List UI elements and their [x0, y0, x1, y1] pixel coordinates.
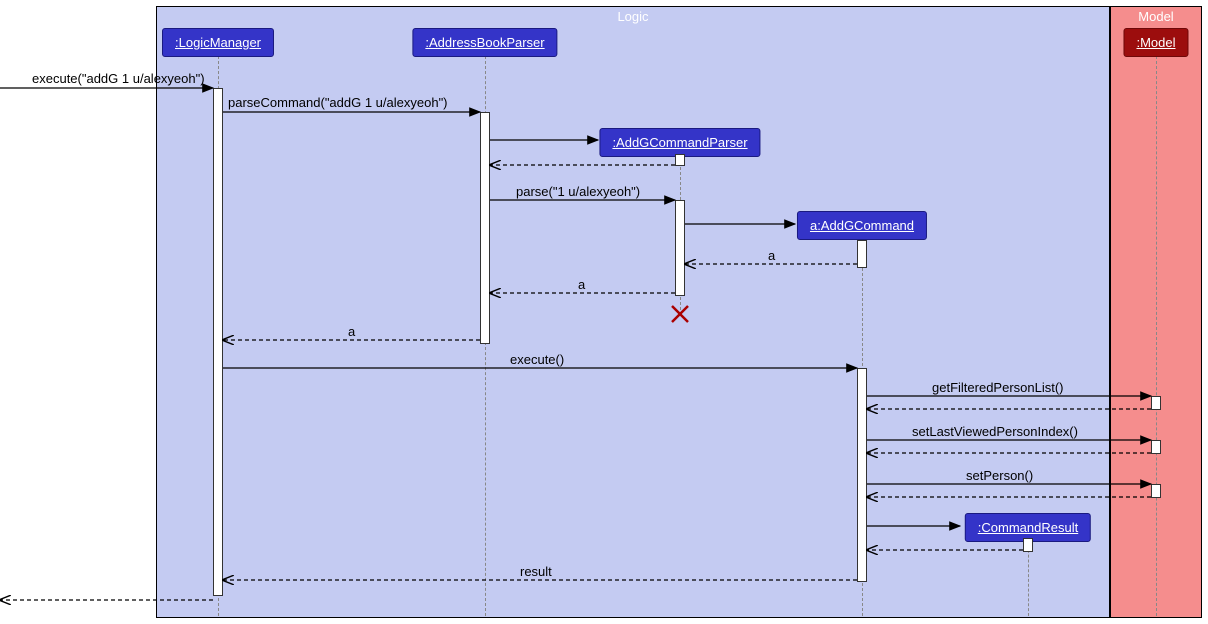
- msg-execute-call: execute(): [510, 352, 564, 367]
- participant-abp: :AddressBookParser: [412, 28, 557, 57]
- msg-return-a-2: a: [578, 277, 585, 292]
- msg-result: result: [520, 564, 552, 579]
- activation-agc-2: [857, 368, 867, 582]
- activation-lm: [213, 88, 223, 596]
- activation-abp: [480, 112, 490, 344]
- lifeline-model: [1156, 56, 1157, 616]
- msg-execute-in: execute("addG 1 u/alexyeoh"): [32, 71, 205, 86]
- msg-setLastViewedPersonIndex: setLastViewedPersonIndex(): [912, 424, 1078, 439]
- activation-cr: [1023, 538, 1033, 552]
- frame-logic-label: Logic: [157, 7, 1109, 26]
- activation-model-1: [1151, 396, 1161, 410]
- activation-model-2: [1151, 440, 1161, 454]
- participant-agc: a:AddGCommand: [797, 211, 927, 240]
- activation-model-3: [1151, 484, 1161, 498]
- msg-return-a-1: a: [768, 248, 775, 263]
- msg-parse: parse("1 u/alexyeoh"): [516, 184, 640, 199]
- msg-setPerson: setPerson(): [966, 468, 1033, 483]
- participant-agcp: :AddGCommandParser: [599, 128, 760, 157]
- activation-agcp-2: [675, 200, 685, 296]
- activation-agc-1: [857, 240, 867, 268]
- activation-agcp-1: [675, 154, 685, 166]
- participant-lm: :LogicManager: [162, 28, 274, 57]
- participant-model: :Model: [1123, 28, 1188, 57]
- msg-parseCommand: parseCommand("addG 1 u/alexyeoh"): [228, 95, 448, 110]
- frame-model-label: Model: [1111, 7, 1201, 26]
- msg-return-a-3: a: [348, 324, 355, 339]
- msg-getFilteredPersonList: getFilteredPersonList(): [932, 380, 1064, 395]
